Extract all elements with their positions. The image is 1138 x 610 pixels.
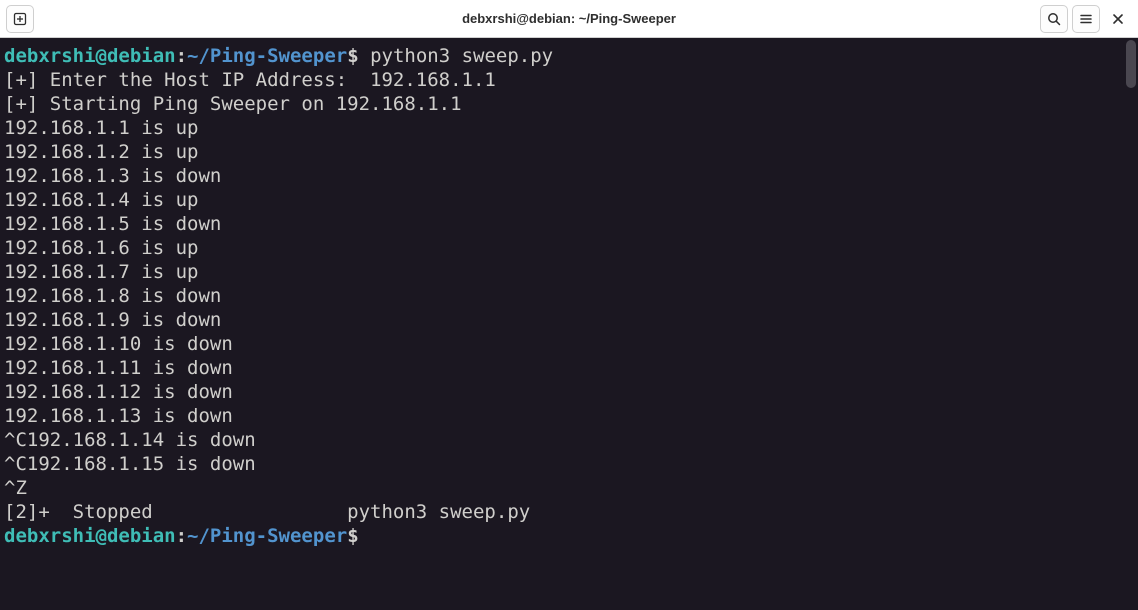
prompt-line-2: debxrshi@debian:~/Ping-Sweeper$ xyxy=(4,524,1134,548)
search-button[interactable] xyxy=(1040,5,1068,33)
output-line: 192.168.1.4 is up xyxy=(4,188,1134,212)
close-window-button[interactable] xyxy=(1104,5,1132,33)
prompt-colon: : xyxy=(176,525,187,547)
close-icon xyxy=(1111,12,1125,26)
prompt-colon: : xyxy=(176,45,187,67)
new-tab-icon xyxy=(12,11,28,27)
output-line: 192.168.1.6 is up xyxy=(4,236,1134,260)
terminal-scrollbar[interactable] xyxy=(1126,40,1136,88)
output-line: 192.168.1.5 is down xyxy=(4,212,1134,236)
prompt-dollar: $ xyxy=(347,45,358,67)
output-line: [2]+ Stopped python3 sweep.py xyxy=(4,500,1134,524)
output-line: 192.168.1.13 is down xyxy=(4,404,1134,428)
output-line: 192.168.1.1 is up xyxy=(4,116,1134,140)
prompt-dollar: $ xyxy=(347,525,358,547)
prompt-line-1: debxrshi@debian:~/Ping-Sweeper$ python3 … xyxy=(4,44,1134,68)
output-line: ^Z xyxy=(4,476,1134,500)
prompt-user: debxrshi@debian xyxy=(4,45,176,67)
output-line: 192.168.1.11 is down xyxy=(4,356,1134,380)
output-line: 192.168.1.12 is down xyxy=(4,380,1134,404)
output-line: ^C192.168.1.14 is down xyxy=(4,428,1134,452)
prompt-path: ~/Ping-Sweeper xyxy=(187,525,347,547)
output-line: [+] Enter the Host IP Address: 192.168.1… xyxy=(4,68,1134,92)
output-line: 192.168.1.10 is down xyxy=(4,332,1134,356)
window-titlebar: debxrshi@debian: ~/Ping-Sweeper xyxy=(0,0,1138,38)
output-line: 192.168.1.8 is down xyxy=(4,284,1134,308)
output-line: 192.168.1.7 is up xyxy=(4,260,1134,284)
command-text: python3 sweep.py xyxy=(359,45,553,67)
new-tab-button[interactable] xyxy=(6,5,34,33)
prompt-path: ~/Ping-Sweeper xyxy=(187,45,347,67)
command-text xyxy=(359,525,370,547)
output-line: [+] Starting Ping Sweeper on 192.168.1.1 xyxy=(4,92,1134,116)
titlebar-right-controls xyxy=(1040,5,1132,33)
window-title: debxrshi@debian: ~/Ping-Sweeper xyxy=(462,11,676,26)
search-icon xyxy=(1046,11,1062,27)
output-line: ^C192.168.1.15 is down xyxy=(4,452,1134,476)
output-line: 192.168.1.3 is down xyxy=(4,164,1134,188)
output-line: 192.168.1.2 is up xyxy=(4,140,1134,164)
menu-button[interactable] xyxy=(1072,5,1100,33)
output-line: 192.168.1.9 is down xyxy=(4,308,1134,332)
terminal-area[interactable]: debxrshi@debian:~/Ping-Sweeper$ python3 … xyxy=(0,38,1138,610)
prompt-user: debxrshi@debian xyxy=(4,525,176,547)
hamburger-icon xyxy=(1078,11,1094,27)
titlebar-left-controls xyxy=(6,5,34,33)
